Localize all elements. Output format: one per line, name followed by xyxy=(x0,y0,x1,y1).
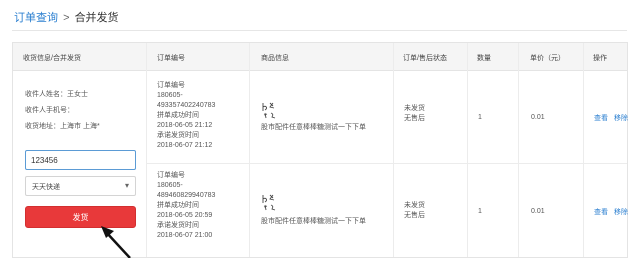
breadcrumb-order-query-link[interactable]: 订单查询 xyxy=(14,12,58,24)
product-thumbnail xyxy=(262,194,276,211)
tracking-number-input[interactable] xyxy=(25,150,136,170)
quantity-value: 1 xyxy=(478,114,482,121)
product-name: 股市配件任意棒棒糖测试一下下单 xyxy=(261,218,366,225)
order-number-prefix: 180605- xyxy=(157,92,183,99)
header-status: 订单/售后状态 xyxy=(403,55,447,62)
group-success-time-label: 拼单成功时间 xyxy=(157,202,199,209)
header-quantity: 数量 xyxy=(477,55,491,62)
shipping-status: 未发货 xyxy=(404,105,425,112)
after-sale-status: 无售后 xyxy=(404,212,425,219)
table-header: 收货信息/合并发货 订单编号 商品信息 订单/售后状态 数量 单价（元） 操作 xyxy=(13,43,627,71)
courier-select[interactable]: 天天快递 ▾ xyxy=(25,176,136,196)
header-shipping-info: 收货信息/合并发货 xyxy=(23,55,81,62)
order-status: 未发货 无售后 xyxy=(404,104,425,124)
courier-selected-value: 天天快递 xyxy=(32,184,60,191)
remove-link[interactable]: 移除 xyxy=(614,207,628,217)
unit-price-value: 0.01 xyxy=(531,114,545,121)
shipping-status: 未发货 xyxy=(404,202,425,209)
breadcrumb: 订单查询 > 合并发货 xyxy=(14,9,119,25)
view-link[interactable]: 查看 xyxy=(594,207,608,217)
view-link[interactable]: 查看 xyxy=(594,113,608,123)
column-divider xyxy=(249,43,250,257)
quantity-value: 1 xyxy=(478,208,482,215)
order-number-cell: 订单编号 180605- 493357402240783 拼单成功时间 2018… xyxy=(157,81,215,151)
breadcrumb-separator: > xyxy=(63,12,70,24)
group-success-time-value: 2018-06-05 21:12 xyxy=(157,122,213,129)
group-success-time-label: 拼单成功时间 xyxy=(157,112,199,119)
column-divider xyxy=(583,43,584,257)
order-number-label: 订单编号 xyxy=(157,82,185,89)
promised-ship-time-value: 2018-06-07 21:12 xyxy=(157,142,213,149)
order-number-label: 订单编号 xyxy=(157,172,185,179)
column-divider xyxy=(518,43,519,257)
header-order-number: 订单编号 xyxy=(157,55,185,62)
header-actions: 操作 xyxy=(593,55,607,62)
order-number-value: 493357402240783 xyxy=(157,102,216,109)
group-success-time-value: 2018-06-05 20:59 xyxy=(157,212,213,219)
column-divider xyxy=(467,43,468,257)
page-title: 合并发货 xyxy=(74,12,119,24)
remove-link[interactable]: 移除 xyxy=(614,113,628,123)
promised-ship-time-value: 2018-06-07 21:00 xyxy=(157,232,213,239)
unit-price-value: 0.01 xyxy=(531,208,545,215)
row-divider xyxy=(147,163,627,164)
recipient-info: 收件人姓名：王女士 收件人手机号： 收货地址：上海市 上海* xyxy=(25,87,100,135)
order-number-value: 489460829940783 xyxy=(157,192,216,199)
recipient-address: 收货地址：上海市 上海* xyxy=(25,123,100,130)
recipient-phone-label: 收件人手机号： xyxy=(25,107,74,114)
product-name: 股市配件任意棒棒糖测试一下下单 xyxy=(261,124,366,131)
order-number-prefix: 180605- xyxy=(157,182,183,189)
product-thumbnail xyxy=(262,102,276,119)
header-divider xyxy=(12,30,627,31)
header-product-info: 商品信息 xyxy=(261,55,289,62)
header-unit-price: 单价（元） xyxy=(530,55,565,62)
promised-ship-time-label: 承诺发货时间 xyxy=(157,222,199,229)
after-sale-status: 无售后 xyxy=(404,115,425,122)
order-status: 未发货 无售后 xyxy=(404,201,425,221)
recipient-name: 收件人姓名：王女士 xyxy=(25,91,88,98)
ship-button[interactable]: 发货 xyxy=(25,206,136,228)
merge-shipping-table: 收货信息/合并发货 订单编号 商品信息 订单/售后状态 数量 单价（元） 操作 … xyxy=(12,42,628,258)
chevron-down-icon: ▾ xyxy=(124,181,129,190)
column-divider xyxy=(146,43,147,257)
column-divider xyxy=(393,43,394,257)
promised-ship-time-label: 承诺发货时间 xyxy=(157,132,199,139)
order-number-cell: 订单编号 180605- 489460829940783 拼单成功时间 2018… xyxy=(157,171,215,241)
